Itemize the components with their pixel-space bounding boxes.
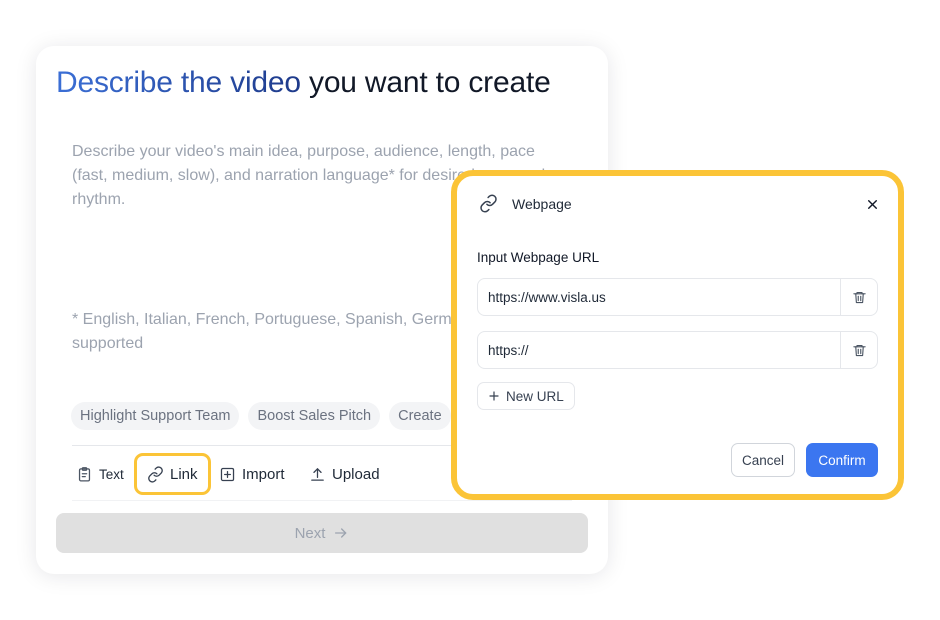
- chip-boost-sales-pitch[interactable]: Boost Sales Pitch: [248, 402, 381, 430]
- trash-icon: [852, 344, 866, 356]
- next-button[interactable]: Next: [56, 513, 588, 553]
- link-tool-button[interactable]: Link: [134, 453, 211, 495]
- chip-highlight-support-team[interactable]: Highlight Support Team: [71, 402, 240, 430]
- modal-header: Webpage: [479, 194, 572, 213]
- link-tool-label: Link: [170, 465, 198, 483]
- clipboard-icon: [78, 466, 91, 482]
- text-tool-button[interactable]: Text: [76, 456, 124, 492]
- url-field-label: Input Webpage URL: [477, 250, 600, 265]
- modal-title: Webpage: [512, 195, 572, 212]
- title-rest: you want to create: [309, 66, 551, 99]
- next-button-label: Next: [294, 524, 326, 542]
- import-tool-button[interactable]: Import: [219, 456, 285, 492]
- chip-create[interactable]: Create: [389, 402, 451, 430]
- url-input[interactable]: [478, 279, 840, 315]
- upload-tool-button[interactable]: Upload: [309, 456, 380, 492]
- page-title: Describe the video you want to create: [56, 66, 551, 100]
- delete-url-button[interactable]: [840, 332, 877, 368]
- new-url-label: New URL: [506, 388, 564, 404]
- link-icon: [480, 194, 497, 213]
- text-tool-label: Text: [99, 466, 124, 482]
- url-row: [477, 331, 878, 369]
- delete-url-button[interactable]: [840, 279, 877, 315]
- link-icon: [148, 465, 163, 483]
- suggestion-chips: Highlight Support Team Boost Sales Pitch…: [71, 402, 451, 430]
- webpage-modal-highlight: Webpage Input Webpage URL https://www.vi…: [451, 170, 904, 500]
- new-url-button[interactable]: New URL: [477, 382, 575, 410]
- url-input[interactable]: [478, 332, 840, 368]
- import-tool-label: Import: [242, 465, 285, 483]
- plus-icon: [489, 391, 499, 401]
- confirm-button[interactable]: Confirm: [806, 443, 878, 477]
- url-row: [477, 278, 878, 316]
- webpage-modal: Webpage Input Webpage URL https://www.vi…: [457, 176, 898, 494]
- title-highlight: Describe the video: [56, 66, 301, 99]
- plus-square-icon: [220, 467, 235, 481]
- footer-divider: [72, 500, 572, 501]
- close-icon: [867, 199, 877, 209]
- upload-icon: [311, 467, 324, 481]
- close-button[interactable]: [862, 194, 882, 214]
- trash-icon: [852, 291, 866, 303]
- cancel-button[interactable]: Cancel: [731, 443, 795, 477]
- upload-tool-label: Upload: [332, 465, 380, 483]
- arrow-right-icon: [335, 528, 347, 538]
